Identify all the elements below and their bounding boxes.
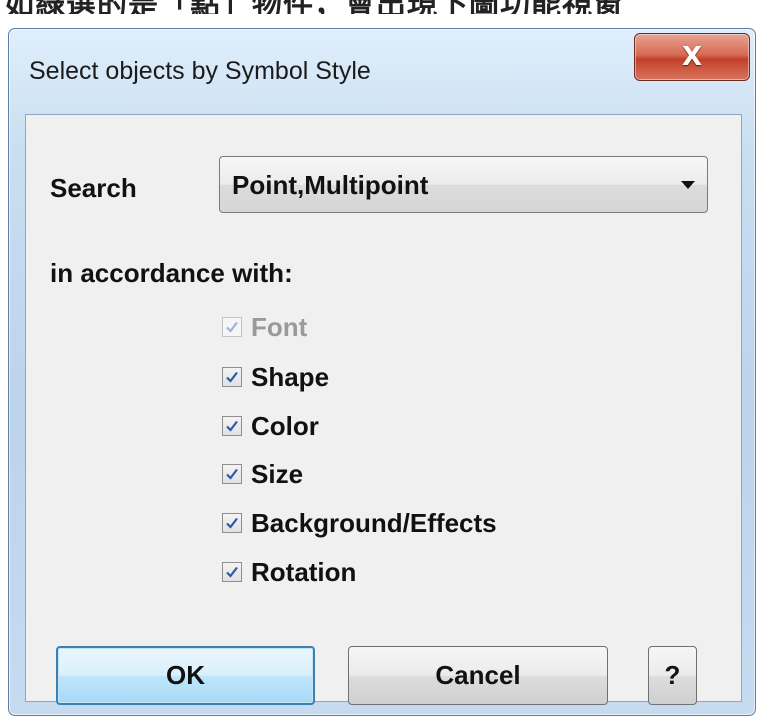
close-icon: X	[681, 42, 703, 72]
checkbox-size[interactable]: Size	[222, 459, 303, 489]
check-icon[interactable]	[222, 562, 242, 582]
help-button[interactable]: ?	[648, 646, 697, 705]
check-icon[interactable]	[222, 464, 242, 484]
dialog-window: Select objects by Symbol Style X Search …	[8, 28, 756, 716]
search-label: Search	[50, 173, 137, 203]
checkbox-label: Shape	[251, 361, 330, 392]
checkbox-label: Color	[251, 410, 319, 441]
checkbox-shape[interactable]: Shape	[222, 362, 329, 392]
geometry-type-dropdown[interactable]: Point,Multipoint	[219, 156, 708, 213]
check-icon[interactable]	[222, 367, 242, 387]
check-icon[interactable]	[222, 416, 242, 436]
cancel-button[interactable]: Cancel	[348, 646, 608, 705]
checkbox-label: Size	[251, 458, 304, 489]
checkbox-label: Font	[251, 311, 308, 342]
window-title: Select objects by Symbol Style	[29, 57, 371, 85]
header-strip-text: 如綠選的是「點」物件，會出現下圖功能視窗	[4, 0, 624, 14]
criteria-heading: in accordance with:	[50, 258, 293, 288]
dialog-body: Search Point,Multipoint in accordance wi…	[25, 114, 742, 705]
check-icon[interactable]	[222, 513, 242, 533]
title-bar[interactable]: Select objects by Symbol Style X	[9, 29, 755, 105]
close-button[interactable]: X	[634, 33, 750, 81]
geometry-type-value: Point,Multipoint	[232, 170, 429, 200]
chevron-down-icon[interactable]	[681, 181, 695, 189]
checkbox-color[interactable]: Color	[222, 411, 319, 441]
header-strip: 如綠選的是「點」物件，會出現下圖功能視窗	[0, 0, 758, 14]
checkbox-rotation[interactable]: Rotation	[222, 557, 356, 587]
checkbox-font: Font	[222, 312, 307, 342]
check-icon	[222, 317, 242, 337]
ok-button[interactable]: OK	[56, 646, 315, 705]
checkbox-background-effects[interactable]: Background/Effects	[222, 508, 497, 538]
checkbox-label: Rotation	[251, 556, 357, 587]
checkbox-label: Background/Effects	[251, 507, 497, 538]
